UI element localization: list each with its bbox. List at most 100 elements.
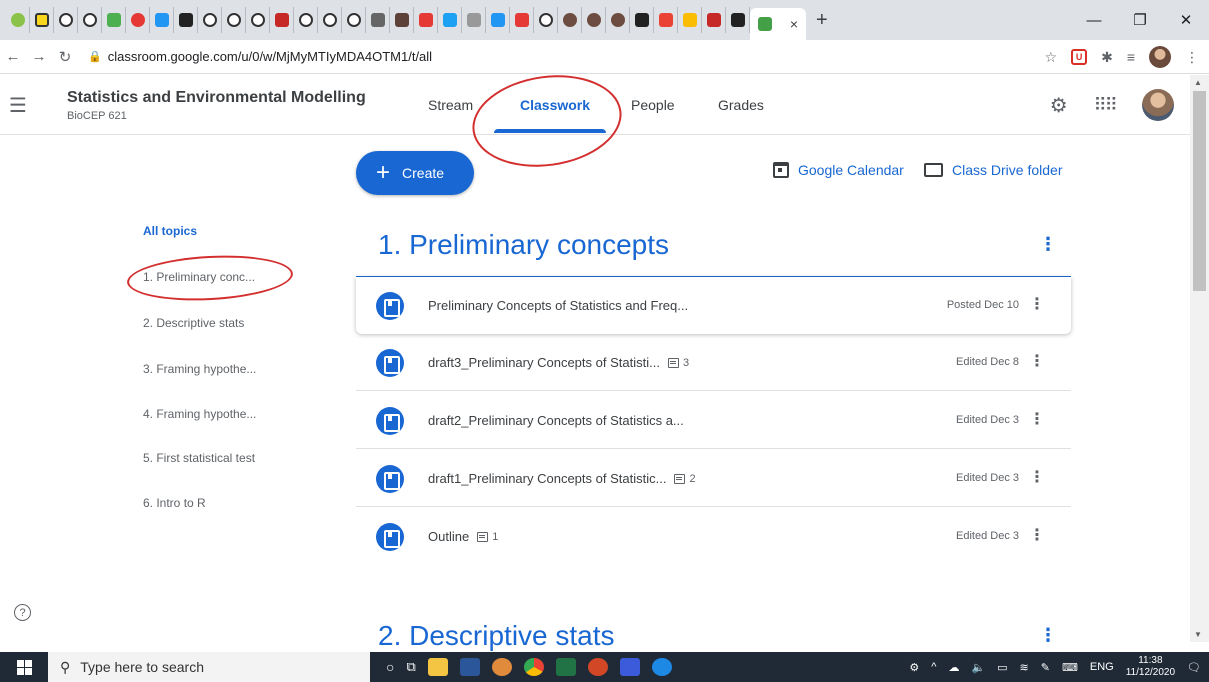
scroll-up-icon[interactable]: ▲ — [1194, 78, 1202, 87]
tab[interactable] — [102, 7, 126, 33]
tab[interactable] — [390, 7, 414, 33]
bookmark-star-icon[interactable]: ☆ — [1045, 49, 1058, 66]
tab[interactable] — [702, 7, 726, 33]
close-window-icon[interactable]: ✕ — [1163, 0, 1209, 40]
minimize-icon[interactable]: — — [1071, 0, 1117, 40]
reading-list-icon[interactable]: ≡ — [1127, 49, 1135, 65]
hamburger-menu-icon[interactable]: ☰ — [9, 93, 27, 118]
more-options-icon[interactable]: ⋮ — [1029, 351, 1045, 371]
tab[interactable] — [30, 7, 54, 33]
tab[interactable] — [174, 7, 198, 33]
google-calendar-link[interactable]: Google Calendar — [773, 162, 904, 178]
cortana-icon[interactable]: ○ — [386, 659, 394, 675]
battery-icon[interactable]: ▭ — [997, 661, 1007, 674]
tab[interactable] — [726, 7, 750, 33]
more-options-icon[interactable]: ⋮ — [1029, 525, 1045, 545]
topic-item[interactable]: 2. Descriptive stats — [143, 316, 244, 330]
taskbar-search[interactable]: ⚲ Type here to search — [48, 652, 370, 682]
tab[interactable] — [510, 7, 534, 33]
tab[interactable] — [342, 7, 366, 33]
topic-item[interactable]: 5. First statistical test — [143, 451, 255, 465]
restore-icon[interactable]: ❐ — [1117, 0, 1163, 40]
extension-icon[interactable]: U — [1071, 49, 1088, 65]
excel-icon[interactable] — [555, 658, 576, 676]
class-drive-folder-link[interactable]: Class Drive folder — [924, 162, 1062, 178]
pen-icon[interactable]: ✎ — [1041, 661, 1050, 674]
tab[interactable] — [534, 7, 558, 33]
tab[interactable] — [438, 7, 462, 33]
topic-all[interactable]: All topics — [143, 224, 197, 238]
new-tab-button[interactable]: + — [816, 9, 828, 32]
more-options-icon[interactable]: ⋮ — [1029, 467, 1045, 487]
list-item[interactable]: draft1_Preliminary Concepts of Statistic… — [356, 450, 1071, 507]
topic-item[interactable]: 3. Framing hypothe... — [143, 362, 256, 376]
tab-stream[interactable]: Stream — [428, 97, 473, 113]
more-options-icon[interactable]: ⋮ — [1029, 294, 1045, 314]
tab-grades[interactable]: Grades — [718, 97, 764, 113]
volume-icon[interactable]: 🔈 — [971, 661, 985, 674]
tab[interactable] — [6, 7, 30, 33]
class-title[interactable]: Statistics and Environmental Modelling — [67, 89, 366, 107]
tab[interactable] — [198, 7, 222, 33]
section-more-icon[interactable]: ⋮ — [1039, 234, 1057, 255]
tab[interactable] — [462, 7, 486, 33]
tab[interactable] — [558, 7, 582, 33]
tab[interactable] — [54, 7, 78, 33]
back-icon[interactable]: ← — [0, 48, 26, 65]
list-item[interactable]: draft2_Preliminary Concepts of Statistic… — [356, 392, 1071, 449]
tab-people[interactable]: People — [631, 97, 675, 113]
forward-icon[interactable]: → — [26, 48, 52, 65]
topic-item[interactable]: 6. Intro to R — [143, 496, 206, 510]
tab[interactable] — [78, 7, 102, 33]
app-icon[interactable] — [619, 658, 640, 676]
file-explorer-icon[interactable] — [427, 658, 448, 676]
tab[interactable] — [318, 7, 342, 33]
app-icon[interactable] — [651, 658, 672, 676]
chrome-icon[interactable] — [523, 658, 544, 676]
list-item[interactable]: draft3_Preliminary Concepts of Statisti.… — [356, 334, 1071, 391]
tab[interactable] — [246, 7, 270, 33]
list-item[interactable]: Preliminary Concepts of Statistics and F… — [356, 277, 1071, 334]
url-field[interactable]: 🔒 classroom.google.com/u/0/w/MjMyMTIyMDA… — [88, 49, 432, 64]
help-tray-icon[interactable]: ⚙ — [909, 661, 919, 674]
language-indicator[interactable]: ENG — [1090, 661, 1114, 673]
section-more-icon[interactable]: ⋮ — [1039, 625, 1057, 646]
word-icon[interactable] — [459, 658, 480, 676]
tab[interactable] — [654, 7, 678, 33]
keyboard-icon[interactable]: ⌨ — [1062, 661, 1078, 674]
tab[interactable] — [366, 7, 390, 33]
tab[interactable] — [582, 7, 606, 33]
help-icon[interactable]: ? — [14, 604, 31, 621]
topic-item[interactable]: 4. Framing hypothe... — [143, 407, 256, 421]
gear-icon[interactable]: ⚙ — [1050, 93, 1068, 118]
tab[interactable] — [294, 7, 318, 33]
topic-item[interactable]: 1. Preliminary conc... — [143, 270, 255, 284]
create-button[interactable]: + Create — [356, 151, 474, 195]
tab[interactable] — [222, 7, 246, 33]
tab-active[interactable]: × — [750, 8, 806, 40]
clock[interactable]: 11:38 11/12/2020 — [1126, 655, 1175, 679]
notification-icon[interactable]: 🗨 — [1187, 661, 1201, 674]
page-scrollbar[interactable]: ▲ ▼ — [1190, 75, 1209, 642]
tab[interactable] — [630, 7, 654, 33]
chevron-up-icon[interactable]: ^ — [931, 661, 936, 673]
browser-profile-avatar[interactable] — [1149, 46, 1171, 68]
reload-icon[interactable]: ↻ — [52, 48, 78, 66]
tab[interactable] — [486, 7, 510, 33]
list-item[interactable]: Outline 1 Edited Dec 3 ⋮ — [356, 508, 1071, 565]
tab[interactable] — [414, 7, 438, 33]
onedrive-icon[interactable]: ☁ — [948, 661, 959, 674]
avatar[interactable] — [1142, 89, 1174, 121]
wifi-icon[interactable]: ≋ — [1020, 661, 1029, 674]
powerpoint-icon[interactable] — [587, 658, 608, 676]
windows-start-icon[interactable] — [0, 659, 48, 675]
extensions-puzzle-icon[interactable]: ✱ — [1101, 49, 1113, 66]
apps-grid-icon[interactable]: ⠿⠿ — [1094, 95, 1118, 116]
paint-icon[interactable] — [491, 658, 512, 676]
browser-menu-icon[interactable]: ⋮ — [1185, 49, 1199, 66]
tab[interactable] — [606, 7, 630, 33]
scroll-thumb[interactable] — [1193, 91, 1206, 291]
tab[interactable] — [126, 7, 150, 33]
tab[interactable] — [150, 7, 174, 33]
tab[interactable] — [270, 7, 294, 33]
